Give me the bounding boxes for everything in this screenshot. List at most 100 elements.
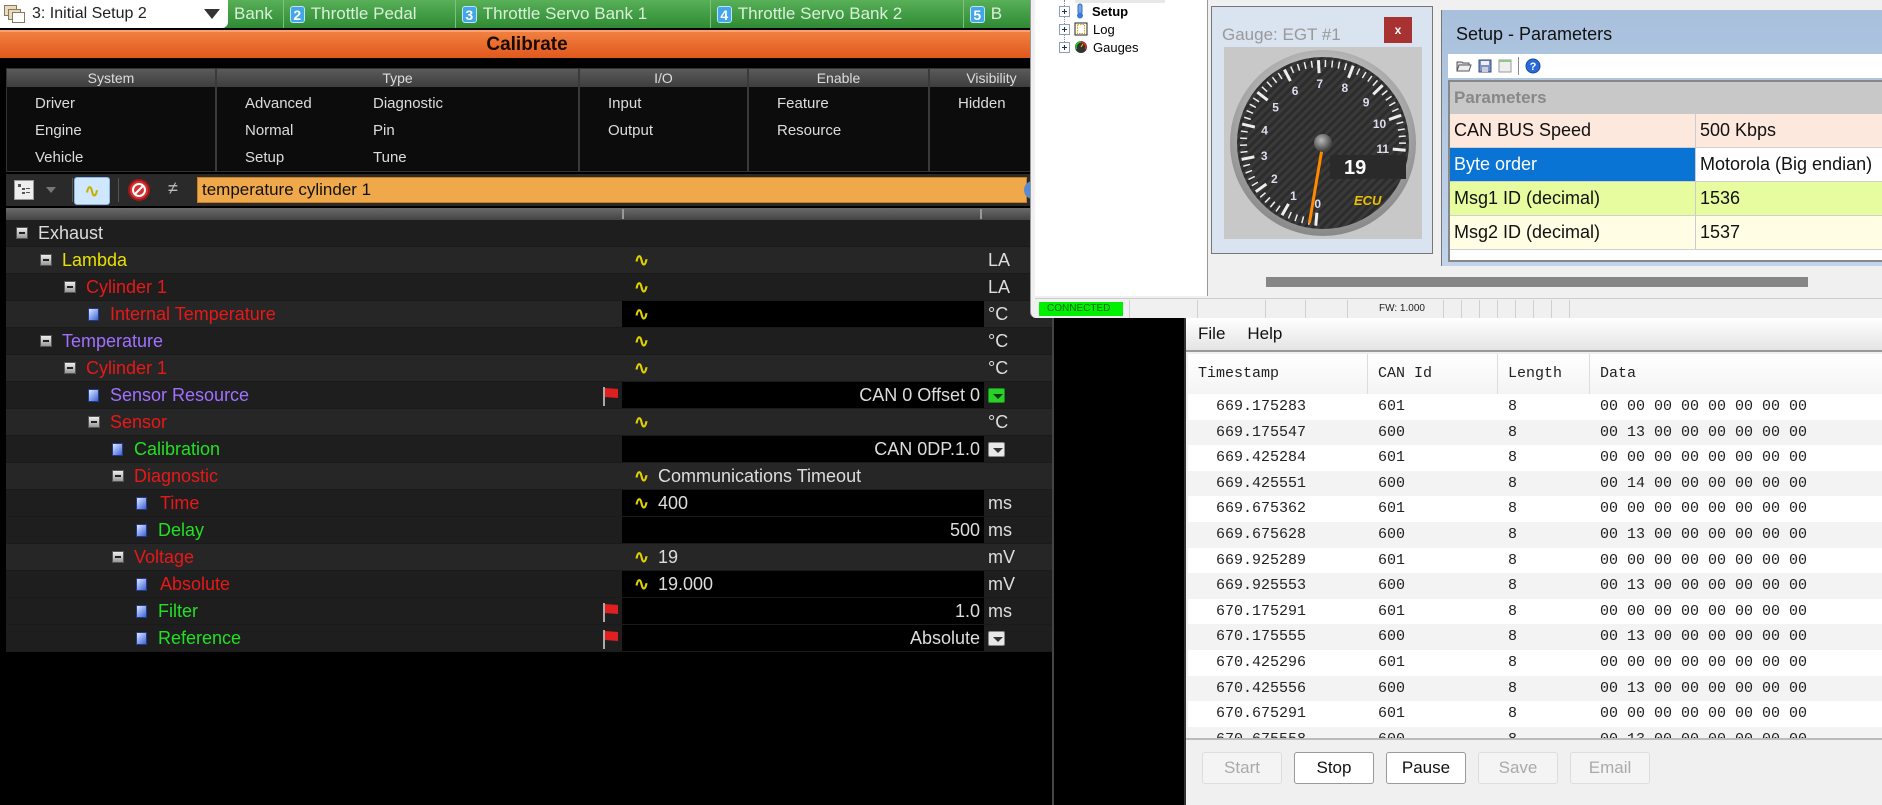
column-header-length[interactable]: Length xyxy=(1498,354,1590,394)
filter-setup[interactable]: Setup xyxy=(245,149,284,166)
scrollbar-thumb[interactable] xyxy=(1266,277,1808,287)
chevron-down-icon[interactable] xyxy=(46,187,56,193)
filter-output[interactable]: Output xyxy=(608,122,653,139)
filter-diagnostic[interactable]: Diagnostic xyxy=(373,95,443,112)
tree-row-reference[interactable]: Reference Absolute xyxy=(6,625,1052,652)
collapse-icon[interactable] xyxy=(40,254,52,266)
param-value[interactable]: 1537 xyxy=(1696,216,1882,249)
collapse-icon[interactable] xyxy=(64,362,76,374)
value-field[interactable] xyxy=(622,517,984,543)
param-row-byte-order[interactable]: Byte order Motorola (Big endian) xyxy=(1450,148,1882,182)
collapse-icon[interactable] xyxy=(112,551,124,563)
table-row[interactable]: 669.425284 601 8 00 00 00 00 00 00 00 00 xyxy=(1188,445,1882,471)
param-value[interactable]: 500 Kbps xyxy=(1696,114,1882,147)
tree-row-temperature-cylinder-1[interactable]: Cylinder 1 ∿ °C xyxy=(6,355,1052,382)
table-row[interactable]: 669.175547 600 8 00 13 00 00 00 00 00 00 xyxy=(1188,419,1882,446)
tree-row-lambda[interactable]: Lambda ∿ LA xyxy=(6,247,1052,274)
email-button[interactable]: Email xyxy=(1570,752,1650,784)
tab-5[interactable]: 5B xyxy=(964,0,1012,28)
filter-resource[interactable]: Resource xyxy=(777,122,841,139)
help-icon[interactable]: ? xyxy=(1525,58,1541,74)
table-row[interactable]: 670.425296 601 8 00 00 00 00 00 00 00 00 xyxy=(1188,650,1882,676)
tab-throttle-servo-bank-1[interactable]: 3 Throttle Servo Bank 1 xyxy=(456,0,711,28)
table-row[interactable]: 670.675291 601 8 00 00 00 00 00 00 00 00 xyxy=(1188,701,1882,727)
dropdown-icon[interactable] xyxy=(988,631,1005,646)
filter-driver[interactable]: Driver xyxy=(35,95,75,112)
table-row[interactable]: 669.675628 600 8 00 13 00 00 00 00 00 00 xyxy=(1188,521,1882,548)
table-row[interactable]: 669.175283 601 8 00 00 00 00 00 00 00 00 xyxy=(1188,394,1882,420)
not-equal-icon[interactable]: ≠ xyxy=(168,178,178,199)
start-button[interactable]: Start xyxy=(1202,752,1282,784)
horizontal-scrollbar[interactable] xyxy=(1209,266,1882,296)
filter-input[interactable]: Input xyxy=(608,95,641,112)
filter-vehicle[interactable]: Vehicle xyxy=(35,149,83,166)
filter-normal[interactable]: Normal xyxy=(245,122,293,139)
tree-row-voltage[interactable]: Voltage ∿ 19 mV xyxy=(6,544,1052,571)
value-field[interactable] xyxy=(622,301,984,327)
filter-pin[interactable]: Pin xyxy=(373,122,395,139)
collapse-icon[interactable] xyxy=(16,227,28,239)
tree-row-sensor[interactable]: Sensor ∿ °C xyxy=(6,409,1052,436)
column-header-timestamp[interactable]: Timestamp xyxy=(1188,354,1368,394)
tree-row-time[interactable]: Time ∿ 400 ms xyxy=(6,490,1052,517)
menu-file[interactable]: File xyxy=(1198,324,1225,344)
tab-throttle-pedal[interactable]: 2 Throttle Pedal xyxy=(284,0,456,28)
value-field[interactable] xyxy=(622,598,984,624)
table-row[interactable]: 669.675362 601 8 00 00 00 00 00 00 00 00 xyxy=(1188,496,1882,522)
param-row-msg1-id[interactable]: Msg1 ID (decimal) 1536 xyxy=(1450,182,1882,216)
collapse-icon[interactable] xyxy=(112,470,124,482)
folder-open-icon[interactable] xyxy=(1456,59,1472,73)
filter-engine[interactable]: Engine xyxy=(35,122,82,139)
table-row[interactable]: 669.925553 600 8 00 13 00 00 00 00 00 00 xyxy=(1188,573,1882,599)
nav-node-setup[interactable]: Setup xyxy=(1059,2,1128,20)
collapse-icon[interactable] xyxy=(40,335,52,347)
column-header-data[interactable]: Data xyxy=(1590,354,1882,394)
param-row-can-bus-speed[interactable]: CAN BUS Speed 500 Kbps xyxy=(1450,114,1882,148)
column-header-can-id[interactable]: CAN Id xyxy=(1368,354,1498,394)
table-row[interactable]: 669.925289 601 8 00 00 00 00 00 00 00 00 xyxy=(1188,548,1882,574)
tree-row-delay[interactable]: Delay 500 ms xyxy=(6,517,1052,544)
param-value[interactable]: 1536 xyxy=(1696,182,1882,215)
filter-hidden[interactable]: Hidden xyxy=(958,95,1006,112)
tab-throttle-servo-bank-2[interactable]: 4 Throttle Servo Bank 2 xyxy=(711,0,964,28)
collapse-icon[interactable] xyxy=(64,281,76,293)
tree-row-sensor-resource[interactable]: Sensor Resource CAN 0 Offset 0 xyxy=(6,382,1052,409)
param-value[interactable]: Motorola (Big endian) xyxy=(1696,148,1882,181)
dropdown-icon[interactable] xyxy=(988,388,1005,403)
tree-row-exhaust[interactable]: Exhaust xyxy=(6,220,1052,247)
filter-tune[interactable]: Tune xyxy=(373,149,407,166)
pause-button[interactable]: Pause xyxy=(1386,752,1466,784)
table-row[interactable]: 670.425556 600 8 00 13 00 00 00 00 00 00 xyxy=(1188,675,1882,702)
nav-node-gauges[interactable]: Gauges xyxy=(1059,38,1139,56)
tree-row-internal-temperature[interactable]: Internal Temperature ∿ °C xyxy=(6,301,1052,328)
column-separator[interactable] xyxy=(980,209,982,219)
live-value-toggle-icon[interactable]: ∿ xyxy=(74,177,110,205)
stop-button[interactable]: Stop xyxy=(1294,752,1374,784)
tree-row-temperature[interactable]: Temperature ∿ °C xyxy=(6,328,1052,355)
expand-icon[interactable] xyxy=(1059,41,1070,53)
table-row[interactable]: 670.175291 601 8 00 00 00 00 00 00 00 00 xyxy=(1188,599,1882,625)
filter-feature[interactable]: Feature xyxy=(777,95,829,112)
save-icon[interactable] xyxy=(1478,59,1492,73)
dropdown-icon[interactable] xyxy=(988,442,1005,457)
param-row-msg2-id[interactable]: Msg2 ID (decimal) 1537 xyxy=(1450,216,1882,250)
window-icon[interactable] xyxy=(1498,59,1512,73)
tree-row-filter[interactable]: Filter 1.0 ms xyxy=(6,598,1052,625)
search-input[interactable]: temperature cylinder 1 xyxy=(197,177,1027,203)
tree-view-icon[interactable] xyxy=(14,180,34,200)
close-button[interactable]: x xyxy=(1384,17,1412,43)
table-row[interactable]: 670.675558600800 13 00 00 00 00 00 00 xyxy=(1188,726,1882,738)
clear-filter-icon[interactable] xyxy=(128,179,150,201)
table-row[interactable]: 670.175555 600 8 00 13 00 00 00 00 00 00 xyxy=(1188,624,1882,650)
save-button[interactable]: Save xyxy=(1478,752,1558,784)
tree-row-absolute[interactable]: Absolute ∿ 19.000 mV xyxy=(6,571,1052,598)
tree-row-lambda-cylinder-1[interactable]: Cylinder 1 ∿ LA xyxy=(6,274,1052,301)
expand-icon[interactable] xyxy=(1059,5,1070,17)
collapse-icon[interactable] xyxy=(88,416,100,428)
tab-bank[interactable]: Bank xyxy=(228,0,284,28)
column-separator[interactable] xyxy=(622,209,624,219)
nav-node-log[interactable]: Log xyxy=(1059,20,1115,38)
table-row[interactable]: 669.425551 600 8 00 14 00 00 00 00 00 00 xyxy=(1188,470,1882,497)
setup-selector-dropdown[interactable]: 3: Initial Setup 2 xyxy=(0,0,228,28)
tree-row-calibration[interactable]: Calibration CAN 0DP.1.0 xyxy=(6,436,1052,463)
